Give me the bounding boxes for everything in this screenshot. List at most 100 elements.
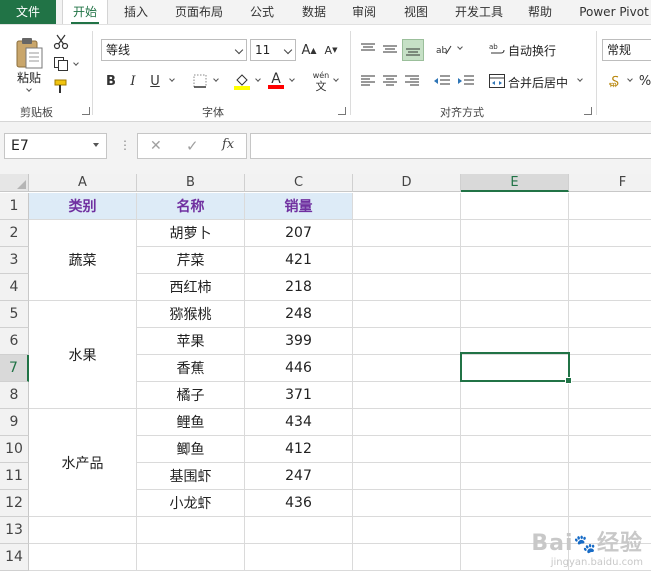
cell-e11[interactable] [461, 463, 569, 490]
row-header-1[interactable]: 1 [0, 193, 29, 220]
name-box[interactable]: E7 [4, 133, 107, 159]
cell-f9[interactable] [569, 409, 651, 436]
phonetic-button[interactable]: wén 文 [308, 69, 334, 93]
tab-insert[interactable]: 插入 [114, 0, 158, 24]
merge-center-button[interactable]: 合并后居中 [508, 74, 568, 91]
row-header-7[interactable]: 7 [0, 355, 29, 382]
cell-c6[interactable]: 399 [245, 328, 353, 355]
cell-a14[interactable] [29, 544, 137, 571]
cell-f2[interactable] [569, 220, 651, 247]
align-right-button[interactable] [402, 71, 422, 91]
grow-font-button[interactable]: A ▲ [300, 40, 318, 60]
cell-e12[interactable] [461, 490, 569, 517]
row-header-8[interactable]: 8 [0, 382, 29, 409]
align-left-button[interactable] [358, 71, 378, 91]
row-header-2[interactable]: 2 [0, 220, 29, 247]
underline-button[interactable]: U [146, 71, 164, 91]
cell-e8[interactable] [461, 382, 569, 409]
cell-e1[interactable] [461, 193, 569, 220]
cell-f12[interactable] [569, 490, 651, 517]
cell-d14[interactable] [353, 544, 461, 571]
cell-e9[interactable] [461, 409, 569, 436]
cell-d3[interactable] [353, 247, 461, 274]
cell-a9-merged[interactable]: 水产品 [29, 409, 137, 517]
tab-view[interactable]: 视图 [394, 0, 438, 24]
column-header-e[interactable]: E [461, 174, 569, 192]
currency-dropdown-icon[interactable] [627, 76, 633, 82]
tab-help[interactable]: 帮助 [518, 0, 562, 24]
copy-button[interactable] [52, 55, 70, 73]
cell-c9[interactable]: 434 [245, 409, 353, 436]
wrap-text-icon-button[interactable]: ab [488, 39, 506, 59]
cell-c12[interactable]: 436 [245, 490, 353, 517]
currency-button[interactable]: ₷ [604, 71, 624, 91]
cell-f10[interactable] [569, 436, 651, 463]
cell-d1[interactable] [353, 193, 461, 220]
align-bottom-button[interactable] [402, 39, 424, 61]
cell-c14[interactable] [245, 544, 353, 571]
cell-b4[interactable]: 西红柿 [137, 274, 245, 301]
cell-b14[interactable] [137, 544, 245, 571]
bold-button[interactable]: B [102, 71, 120, 91]
cell-c8[interactable]: 371 [245, 382, 353, 409]
row-header-12[interactable]: 12 [0, 490, 29, 517]
cell-f7[interactable] [569, 355, 651, 382]
cell-b11[interactable]: 基围虾 [137, 463, 245, 490]
cell-e4[interactable] [461, 274, 569, 301]
cell-c7[interactable]: 446 [245, 355, 353, 382]
row-header-6[interactable]: 6 [0, 328, 29, 355]
row-header-11[interactable]: 11 [0, 463, 29, 490]
fill-color-button[interactable] [232, 71, 252, 91]
tab-developer[interactable]: 开发工具 [446, 0, 512, 24]
cancel-icon[interactable]: ✕ [150, 138, 162, 154]
cell-b10[interactable]: 鲫鱼 [137, 436, 245, 463]
cell-d12[interactable] [353, 490, 461, 517]
tab-power-pivot[interactable]: Power Pivot [572, 0, 651, 24]
cell-e3[interactable] [461, 247, 569, 274]
cell-e5[interactable] [461, 301, 569, 328]
format-painter-button[interactable] [52, 77, 70, 95]
font-launcher-icon[interactable] [338, 107, 346, 115]
cell-f4[interactable] [569, 274, 651, 301]
cell-b13[interactable] [137, 517, 245, 544]
cell-c2[interactable]: 207 [245, 220, 353, 247]
clipboard-launcher-icon[interactable] [82, 107, 90, 115]
tab-file[interactable]: 文件 [0, 0, 56, 24]
merge-center-icon-button[interactable] [488, 71, 506, 91]
tab-formulas[interactable]: 公式 [240, 0, 284, 24]
copy-dropdown-icon[interactable] [73, 60, 79, 66]
cell-a13[interactable] [29, 517, 137, 544]
cell-f6[interactable] [569, 328, 651, 355]
shrink-font-button[interactable]: A ▼ [322, 40, 340, 60]
insert-function-icon[interactable]: fx [222, 137, 234, 152]
tab-review[interactable]: 审阅 [342, 0, 386, 24]
cell-b12[interactable]: 小龙虾 [137, 490, 245, 517]
align-middle-button[interactable] [380, 39, 400, 59]
cell-d7[interactable] [353, 355, 461, 382]
cell-b1[interactable]: 名称 [137, 193, 245, 220]
cell-f8[interactable] [569, 382, 651, 409]
cell-c1[interactable]: 销量 [245, 193, 353, 220]
alignment-launcher-icon[interactable] [584, 107, 592, 115]
select-all-button[interactable] [0, 174, 29, 192]
column-header-a[interactable]: A [29, 174, 137, 192]
merge-dropdown-icon[interactable] [577, 76, 583, 82]
cell-f11[interactable] [569, 463, 651, 490]
tab-page-layout[interactable]: 页面布局 [166, 0, 232, 24]
cell-d6[interactable] [353, 328, 461, 355]
fill-color-dropdown-icon[interactable] [255, 76, 261, 82]
column-header-c[interactable]: C [245, 174, 353, 192]
cell-c13[interactable] [245, 517, 353, 544]
cell-f3[interactable] [569, 247, 651, 274]
cell-d5[interactable] [353, 301, 461, 328]
confirm-icon[interactable]: ✓ [186, 137, 199, 155]
row-header-5[interactable]: 5 [0, 301, 29, 328]
row-header-14[interactable]: 14 [0, 544, 29, 571]
font-color-button[interactable]: A [266, 71, 286, 91]
cell-d10[interactable] [353, 436, 461, 463]
cell-b3[interactable]: 芹菜 [137, 247, 245, 274]
row-header-3[interactable]: 3 [0, 247, 29, 274]
cell-b8[interactable]: 橘子 [137, 382, 245, 409]
cell-c11[interactable]: 247 [245, 463, 353, 490]
increase-indent-button[interactable] [456, 71, 476, 91]
